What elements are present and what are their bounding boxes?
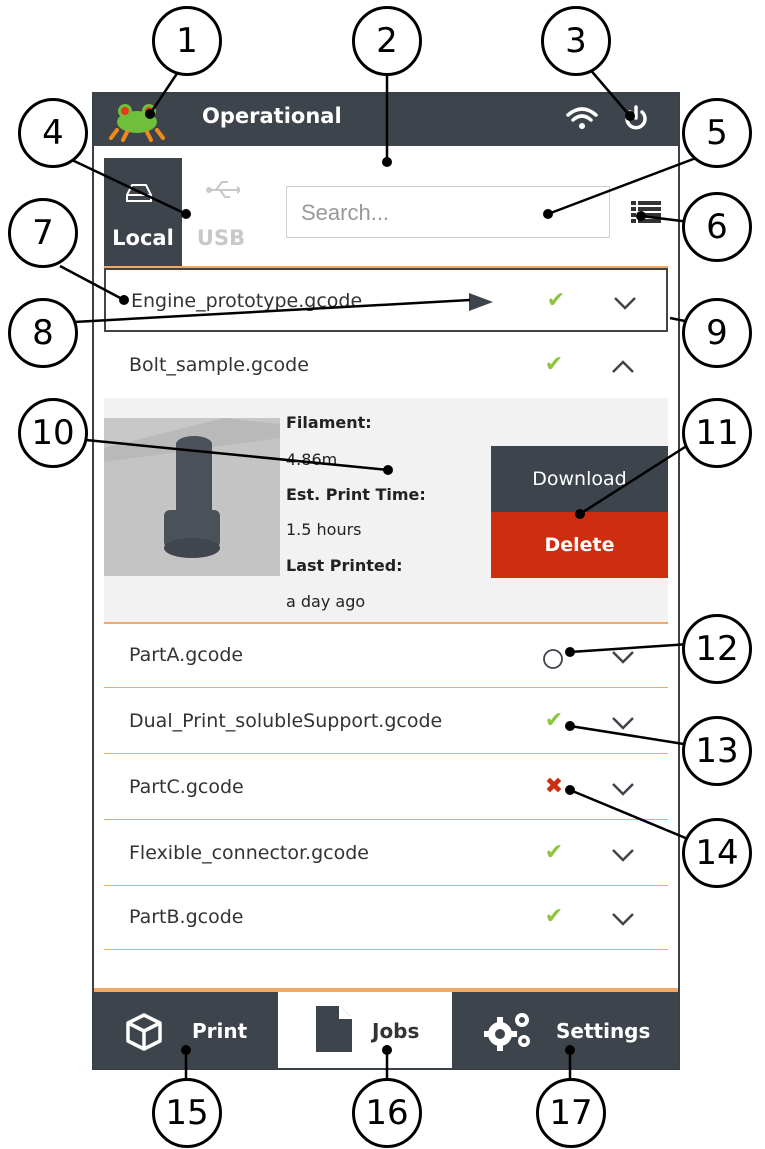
callout-1: 1 [152, 6, 222, 76]
callout-leader-lines [59, 59, 701, 1090]
callout-13: 13 [682, 716, 752, 786]
callout-2: 2 [352, 6, 422, 76]
callout-3: 3 [541, 6, 611, 76]
callout-16: 16 [352, 1078, 422, 1148]
callout-6: 6 [682, 192, 752, 262]
callout-5: 5 [682, 98, 752, 168]
callout-12: 12 [682, 614, 752, 684]
callout-7: 7 [8, 198, 78, 268]
callout-10: 10 [18, 398, 88, 468]
callout-11: 11 [682, 398, 752, 468]
callout-17: 17 [536, 1078, 606, 1148]
callout-15: 15 [152, 1078, 222, 1148]
callout-4: 4 [18, 98, 88, 168]
callout-8: 8 [8, 298, 78, 368]
callout-9: 9 [682, 298, 752, 368]
callout-14: 14 [682, 818, 752, 888]
